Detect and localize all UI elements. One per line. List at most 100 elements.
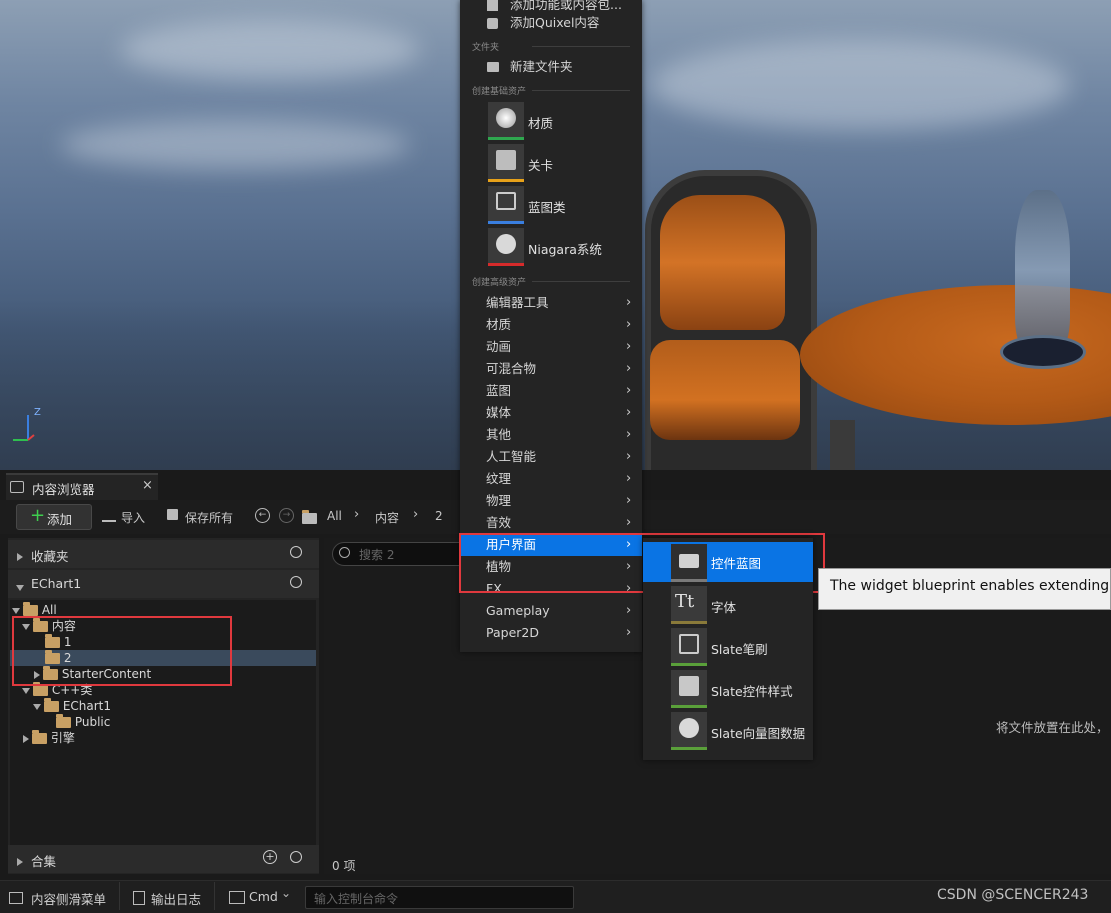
folder-icon — [23, 602, 38, 616]
tree-item-echart1[interactable]: EChart1 — [33, 698, 111, 714]
breadcrumb-all[interactable]: All — [327, 509, 342, 523]
chevron-right-icon: › — [626, 625, 632, 640]
menu-item-label: 媒体 — [486, 405, 512, 420]
submenu-item-widget-blueprint[interactable]: 控件蓝图 — [643, 542, 813, 582]
menu-item-gameplay[interactable]: Gameplay › — [460, 600, 642, 622]
feature-pack-icon — [487, 0, 498, 11]
user-interface-submenu: 控件蓝图 Tt 字体 Slate笔刷 Slate控件样式 Slate向量图数据 — [643, 538, 813, 760]
folder-icon — [56, 714, 71, 728]
brush-icon — [679, 634, 699, 654]
section-folder: 文件夹 — [472, 40, 631, 53]
breadcrumb-separator: › — [413, 507, 419, 522]
tab-title: 内容浏览器 — [32, 482, 95, 497]
menu-item-blendables[interactable]: 可混合物 › — [460, 358, 642, 380]
menu-item-media[interactable]: 媒体 › — [460, 402, 642, 424]
menu-item-paper2d[interactable]: Paper2D › — [460, 622, 642, 644]
menu-item-sound[interactable]: 音效 › — [460, 512, 642, 534]
breadcrumb-content[interactable]: 内容 — [375, 509, 399, 526]
chevron-right-icon: › — [626, 295, 632, 310]
asset-material[interactable]: 材质 — [488, 102, 638, 140]
menu-item-material[interactable]: 材质 › — [460, 314, 642, 336]
menu-item-animation[interactable]: 动画 › — [460, 336, 642, 358]
folder-icon — [33, 682, 48, 696]
console-input[interactable]: 输入控制台命令 — [305, 886, 574, 909]
watermark: CSDN @SCENCER243 — [937, 887, 1089, 903]
plus-icon: + — [30, 505, 46, 526]
menu-item-blueprint[interactable]: 蓝图 › — [460, 380, 642, 402]
menu-item-physics[interactable]: 物理 › — [460, 490, 642, 512]
asset-label: Slate控件样式 — [711, 684, 793, 699]
menu-item-label: Gameplay — [486, 603, 550, 618]
menu-item-add-quixel[interactable]: 添加Quixel内容 — [460, 12, 642, 34]
add-collection-icon[interactable]: + — [263, 850, 277, 864]
menu-item-label: 物理 — [486, 493, 512, 508]
section-advanced-assets: 创建高级资产 — [472, 275, 631, 288]
project-header[interactable]: EChart1 — [8, 570, 319, 598]
annotation-box-tree — [12, 616, 232, 686]
console-placeholder: 输入控制台命令 — [314, 892, 399, 906]
menu-item-texture[interactable]: 纹理 › — [460, 468, 642, 490]
favorites-label: 收藏夹 — [31, 549, 69, 564]
search-icon[interactable] — [290, 546, 302, 558]
output-log-button[interactable]: 输出日志 — [151, 889, 201, 908]
asset-label: Slate笔刷 — [711, 642, 768, 657]
asset-label: Niagara系统 — [528, 242, 602, 257]
search-icon[interactable] — [290, 576, 302, 588]
material-icon — [496, 108, 516, 128]
asset-niagara-system[interactable]: Niagara系统 — [488, 228, 638, 266]
menu-item-ai[interactable]: 人工智能 › — [460, 446, 642, 468]
search-input[interactable]: 搜索 2 — [332, 542, 474, 566]
save-all-button[interactable]: 保存所有 — [185, 509, 233, 526]
chevron-right-icon: › — [626, 427, 632, 442]
forward-arrow-icon[interactable]: → — [279, 508, 294, 523]
menu-item-misc[interactable]: 其他 › — [460, 424, 642, 446]
menu-item-editor-tools[interactable]: 编辑器工具 › — [460, 292, 642, 314]
tooltip-text: The widget blueprint enables extending U — [830, 578, 1111, 594]
tab-content-browser[interactable]: 内容浏览器 × — [6, 473, 158, 500]
asset-blueprint-class[interactable]: 蓝图类 — [488, 186, 638, 224]
import-button[interactable]: 导入 — [121, 509, 145, 526]
menu-item-label: 音效 — [486, 515, 512, 530]
asset-level[interactable]: 关卡 — [488, 144, 638, 182]
chevron-right-icon: › — [626, 603, 632, 618]
folder-icon — [44, 698, 59, 712]
asset-color-bar — [671, 705, 707, 708]
favorites-header[interactable]: 收藏夹 — [8, 540, 319, 568]
new-folder-icon — [487, 62, 499, 72]
back-arrow-icon[interactable]: ← — [255, 508, 270, 523]
close-icon[interactable]: × — [142, 478, 153, 493]
search-placeholder: 搜索 2 — [359, 548, 395, 562]
menu-item-label: 添加Quixel内容 — [510, 15, 600, 30]
divider — [214, 882, 215, 910]
submenu-item-font[interactable]: Tt 字体 — [671, 586, 821, 624]
asset-label: 蓝图类 — [528, 200, 566, 215]
breadcrumb-2[interactable]: 2 — [435, 509, 443, 523]
add-button[interactable]: + 添加 — [16, 504, 92, 530]
table-leg — [830, 420, 855, 470]
chevron-right-icon: › — [626, 493, 632, 508]
vector-data-icon — [679, 718, 699, 738]
search-icon — [339, 547, 350, 558]
search-icon[interactable] — [290, 851, 302, 863]
drawer-icon — [9, 892, 23, 904]
statue — [1015, 190, 1070, 350]
asset-color-bar — [671, 747, 707, 750]
level-icon — [496, 150, 516, 170]
submenu-item-slate-brush[interactable]: Slate笔刷 — [671, 628, 821, 666]
submenu-item-slate-vector-data[interactable]: Slate向量图数据 — [671, 712, 821, 750]
chevron-down-icon[interactable]: ⌄ — [281, 886, 291, 900]
chevron-right-icon: › — [626, 383, 632, 398]
chevron-right-icon: › — [626, 339, 632, 354]
tree-item-public[interactable]: Public — [56, 714, 110, 730]
tree-label: Public — [74, 715, 111, 729]
menu-item-label: Paper2D — [486, 625, 539, 640]
menu-item-new-folder[interactable]: 新建文件夹 — [460, 56, 642, 78]
collections-header[interactable]: 合集 + — [8, 845, 319, 873]
widget-style-icon — [679, 676, 699, 696]
submenu-item-slate-widget-style[interactable]: Slate控件样式 — [671, 670, 821, 708]
cmd-dropdown[interactable]: Cmd — [249, 889, 278, 904]
content-drawer-button[interactable]: 内容侧滑菜单 — [31, 889, 106, 908]
section-basic-assets: 创建基础资产 — [472, 84, 631, 97]
save-icon — [167, 509, 178, 520]
tree-item-engine[interactable]: 引擎 — [23, 730, 75, 746]
